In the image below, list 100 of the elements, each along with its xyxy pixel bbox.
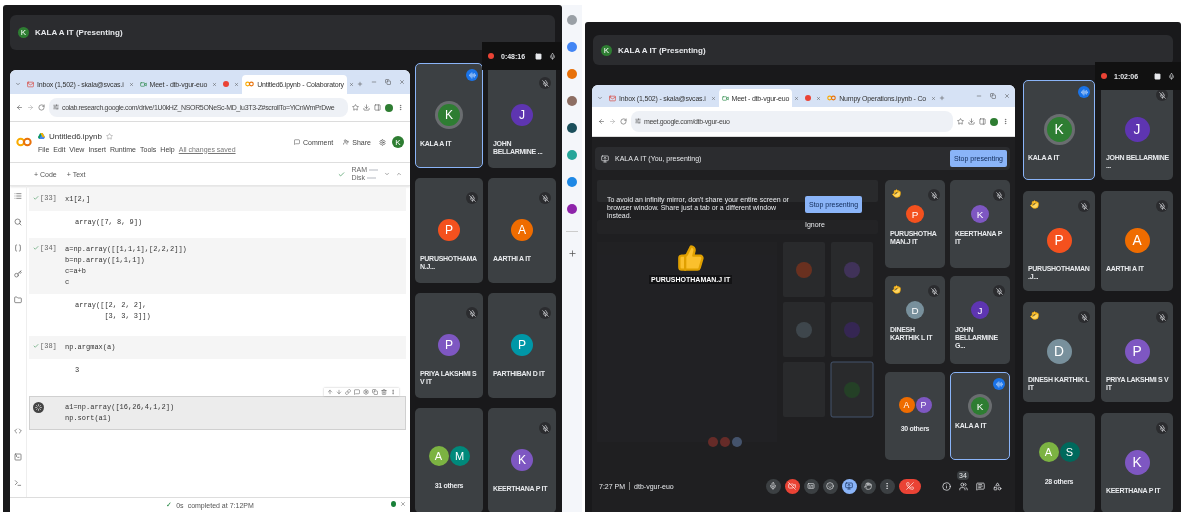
- restore-icon[interactable]: [990, 93, 996, 99]
- record-dot-icon: [1101, 73, 1107, 79]
- mic-button[interactable]: [765, 478, 781, 494]
- forward-icon[interactable]: [609, 118, 616, 125]
- folder-icon[interactable]: [14, 296, 22, 304]
- hand-button[interactable]: [860, 478, 876, 494]
- variables-icon[interactable]: [14, 244, 22, 252]
- search-icon[interactable]: [14, 218, 22, 226]
- close-icon[interactable]: [816, 95, 822, 101]
- run-button[interactable]: [33, 402, 44, 413]
- link-icon[interactable]: [345, 389, 351, 395]
- side-panel-icon[interactable]: [374, 104, 381, 111]
- close-icon[interactable]: [794, 95, 800, 101]
- avatar: A: [511, 219, 533, 241]
- terminal-icon[interactable]: [14, 479, 22, 487]
- colab-logo-icon: [245, 81, 255, 88]
- profile-avatar[interactable]: K: [392, 136, 404, 148]
- chevron-down-icon[interactable]: [15, 81, 21, 88]
- download-icon[interactable]: [363, 104, 370, 111]
- close-icon[interactable]: [931, 95, 936, 101]
- chat-button[interactable]: [976, 481, 985, 491]
- activities-button[interactable]: [993, 481, 1002, 491]
- hang-up-icon: [905, 482, 914, 490]
- avatar: P: [1046, 228, 1072, 253]
- back-icon[interactable]: [16, 104, 23, 111]
- app-icon[interactable]: [567, 204, 577, 214]
- present-icon: [845, 482, 854, 490]
- close-icon[interactable]: [348, 81, 354, 87]
- reactions-button[interactable]: [822, 478, 838, 494]
- shapes-icon: [993, 481, 1002, 491]
- mail-icon: [609, 94, 616, 102]
- download-icon[interactable]: [968, 118, 975, 125]
- plus-icon[interactable]: [567, 249, 577, 258]
- star-icon[interactable]: [105, 132, 113, 140]
- stop-icon[interactable]: [1154, 72, 1161, 80]
- settings-icon[interactable]: [363, 389, 369, 395]
- minimize-icon[interactable]: [371, 79, 377, 85]
- avatar: K: [971, 205, 989, 223]
- code-icon[interactable]: [14, 427, 22, 435]
- leave-button[interactable]: [898, 478, 921, 494]
- avatar: K: [971, 397, 989, 415]
- collapse-icon[interactable]: [396, 171, 402, 177]
- stop-icon[interactable]: [535, 52, 542, 60]
- camera-button[interactable]: [784, 478, 800, 494]
- app-icon[interactable]: [567, 123, 577, 133]
- command-palette-icon[interactable]: [14, 453, 22, 461]
- app-icon[interactable]: [567, 96, 577, 106]
- mic-icon[interactable]: [549, 52, 556, 60]
- comment-icon[interactable]: [354, 389, 360, 395]
- mic-icon[interactable]: [1168, 72, 1175, 80]
- avatar: J: [971, 301, 989, 319]
- side-panel-icon[interactable]: [979, 118, 986, 125]
- captions-button[interactable]: [803, 478, 819, 494]
- profile-avatar[interactable]: [990, 117, 998, 126]
- new-tab-icon[interactable]: [356, 81, 363, 88]
- notebook-name[interactable]: Untitled6.ipynb: [49, 131, 102, 141]
- reload-icon[interactable]: [620, 118, 627, 125]
- record-dot-icon: [488, 53, 494, 59]
- mail-icon: [27, 80, 34, 88]
- copy-icon[interactable]: [372, 389, 378, 395]
- more-button[interactable]: [879, 478, 895, 494]
- avatar: A: [428, 446, 449, 466]
- spinner-icon: [35, 404, 42, 411]
- site-settings-icon: [635, 118, 641, 125]
- close-icon[interactable]: [1004, 93, 1010, 99]
- avatar: P: [511, 334, 533, 356]
- new-tab-icon[interactable]: [939, 95, 945, 102]
- move-up-icon[interactable]: [327, 389, 333, 395]
- key-icon[interactable]: [14, 270, 22, 278]
- restore-icon[interactable]: [385, 79, 391, 85]
- reload-icon[interactable]: [38, 104, 45, 111]
- close-icon[interactable]: [399, 79, 405, 85]
- info-icon: [942, 481, 951, 491]
- close-icon[interactable]: [128, 81, 134, 87]
- bookmark-star-icon[interactable]: [352, 104, 359, 111]
- forward-icon[interactable]: [27, 104, 34, 111]
- chevron-down-icon[interactable]: [597, 95, 603, 102]
- thumbs-up-icon: [676, 244, 705, 272]
- close-icon[interactable]: [400, 501, 406, 507]
- avatar: A: [898, 397, 915, 413]
- more-icon[interactable]: [390, 389, 396, 395]
- presenter-title: KALA A IT (Presenting): [618, 45, 706, 55]
- avatar: P: [1124, 339, 1150, 364]
- minimize-icon[interactable]: [976, 93, 982, 99]
- avatar: P: [915, 397, 932, 413]
- chevron-down-icon[interactable]: [384, 171, 390, 177]
- close-icon[interactable]: [234, 81, 240, 87]
- table-of-contents-icon[interactable]: [14, 192, 22, 200]
- close-icon[interactable]: [710, 95, 716, 101]
- present-button[interactable]: [841, 478, 857, 494]
- delete-icon[interactable]: [381, 389, 387, 395]
- info-button[interactable]: [942, 481, 951, 491]
- close-icon[interactable]: [212, 81, 218, 87]
- profile-avatar[interactable]: [385, 103, 393, 112]
- check-icon: [33, 195, 39, 201]
- smiley-icon: [826, 482, 835, 490]
- back-icon[interactable]: [598, 118, 605, 125]
- move-down-icon[interactable]: [336, 389, 342, 395]
- settings-icon[interactable]: [379, 138, 386, 146]
- bookmark-star-icon[interactable]: [957, 118, 964, 125]
